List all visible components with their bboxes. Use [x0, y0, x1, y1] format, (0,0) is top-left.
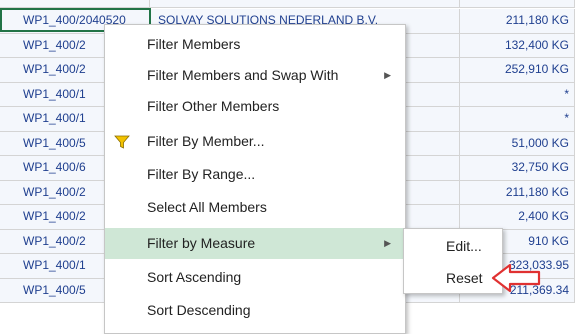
menu-item-sort-descending[interactable]: Sort Descending — [105, 295, 405, 326]
menu-item-label: Filter Members — [147, 36, 241, 52]
menu-item-label: Select All Members — [147, 199, 267, 215]
submenu-item-label: Edit... — [446, 238, 482, 254]
grid-top-strip — [0, 0, 575, 8]
table-cell-value[interactable]: 252,910 KG — [460, 58, 575, 83]
submenu-item-edit[interactable]: Edit... — [404, 231, 502, 261]
menu-item-filter-other-members[interactable]: Filter Other Members — [105, 91, 405, 122]
table-cell-value[interactable]: * — [460, 107, 575, 132]
menu-item-filter-by-member[interactable]: Filter By Member... — [105, 126, 405, 157]
menu-item-sort-ascending[interactable]: Sort Ascending — [105, 262, 405, 293]
table-cell-value[interactable]: 211,180 KG — [460, 9, 575, 34]
table-cell-value[interactable]: 2,400 KG — [460, 205, 575, 230]
annotation-arrow-icon — [491, 263, 541, 293]
menu-item-label: Filter Other Members — [147, 98, 280, 114]
submenu-item-reset[interactable]: Reset — [404, 263, 502, 293]
submenu-arrow-icon: ▶ — [384, 238, 391, 248]
filter-by-measure-submenu: Edit... Reset — [403, 228, 503, 294]
grid-strip-cell — [0, 0, 150, 8]
context-menu: Filter Members Filter Members and Swap W… — [104, 24, 406, 334]
menu-item-filter-members-and-swap-with[interactable]: Filter Members and Swap With ▶ — [105, 60, 405, 91]
menu-item-label: Filter Members and Swap With — [147, 67, 339, 83]
table-cell-value[interactable]: 211,180 KG — [460, 180, 575, 205]
table-cell-value[interactable]: 51,000 KG — [460, 131, 575, 156]
submenu-arrow-icon: ▶ — [384, 70, 391, 80]
menu-item-filter-by-measure[interactable]: Filter by Measure ▶ — [105, 228, 405, 259]
menu-item-label: Sort Ascending — [147, 269, 242, 285]
menu-item-label: Filter By Member... — [147, 133, 265, 149]
menu-item-label: Filter by Measure — [147, 235, 256, 251]
menu-item-label: Sort Descending — [147, 302, 251, 318]
grid-strip-cell — [460, 0, 575, 8]
table-cell-value[interactable]: * — [460, 82, 575, 107]
grid-strip-cell — [150, 0, 460, 8]
submenu-item-label: Reset — [446, 270, 483, 286]
menu-item-filter-by-range[interactable]: Filter By Range... — [105, 159, 405, 190]
menu-item-select-all-members[interactable]: Select All Members — [105, 192, 405, 223]
menu-item-label: Filter By Range... — [147, 166, 256, 182]
table-cell-value[interactable]: 32,750 KG — [460, 156, 575, 181]
filter-funnel-icon — [114, 135, 130, 149]
table-cell-value[interactable]: 132,400 KG — [460, 33, 575, 58]
menu-item-filter-members[interactable]: Filter Members — [105, 29, 405, 60]
